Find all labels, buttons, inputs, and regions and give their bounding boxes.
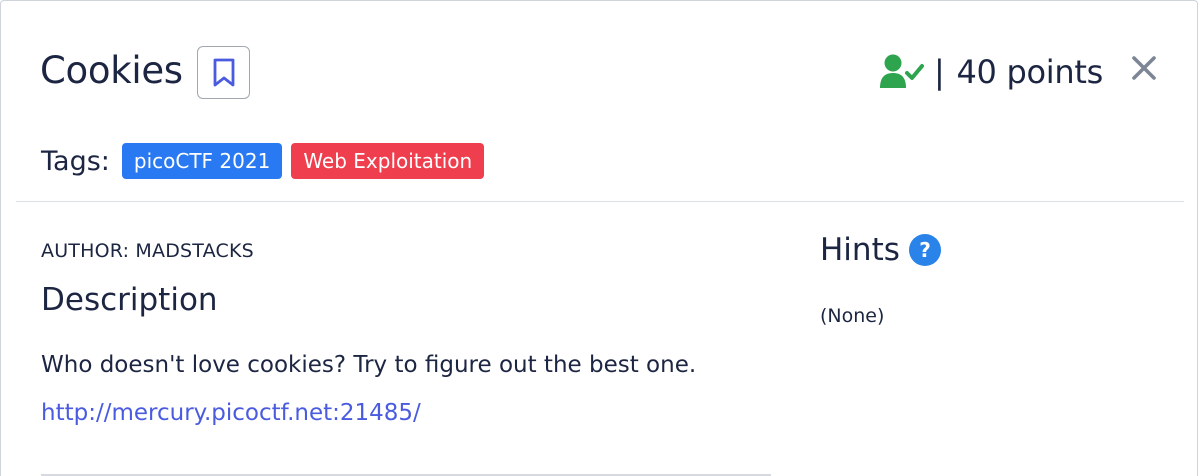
svg-text:?: ?	[919, 238, 931, 262]
divider	[16, 201, 1184, 202]
challenge-title: Cookies	[40, 49, 183, 92]
bookmark-button[interactable]	[197, 46, 250, 99]
points-area: | 40 points	[880, 48, 1103, 96]
author-label: AUTHOR: MADSTACKS	[41, 240, 254, 262]
bookmark-icon	[213, 58, 234, 86]
description-heading: Description	[41, 282, 218, 318]
close-button[interactable]	[1128, 52, 1160, 84]
challenge-link[interactable]: http://mercury.picoctf.net:21485/	[41, 400, 421, 426]
points-value: 40 points	[956, 53, 1103, 91]
tag-web-exploitation[interactable]: Web Exploitation	[291, 143, 485, 179]
hints-header: Hints ?	[820, 232, 942, 268]
hints-value: (None)	[820, 305, 885, 327]
tag-picoctf-2021[interactable]: picoCTF 2021	[121, 143, 283, 179]
user-check-icon	[880, 54, 924, 88]
description-text: Who doesn't love cookies? Try to figure …	[41, 352, 697, 378]
hints-heading: Hints	[820, 232, 900, 268]
tags-row: Tags: picoCTF 2021 Web Exploitation	[41, 140, 493, 182]
question-circle-icon[interactable]: ?	[908, 233, 942, 267]
points-separator: |	[934, 53, 945, 91]
tags-label: Tags:	[41, 145, 110, 177]
close-icon	[1132, 56, 1156, 80]
